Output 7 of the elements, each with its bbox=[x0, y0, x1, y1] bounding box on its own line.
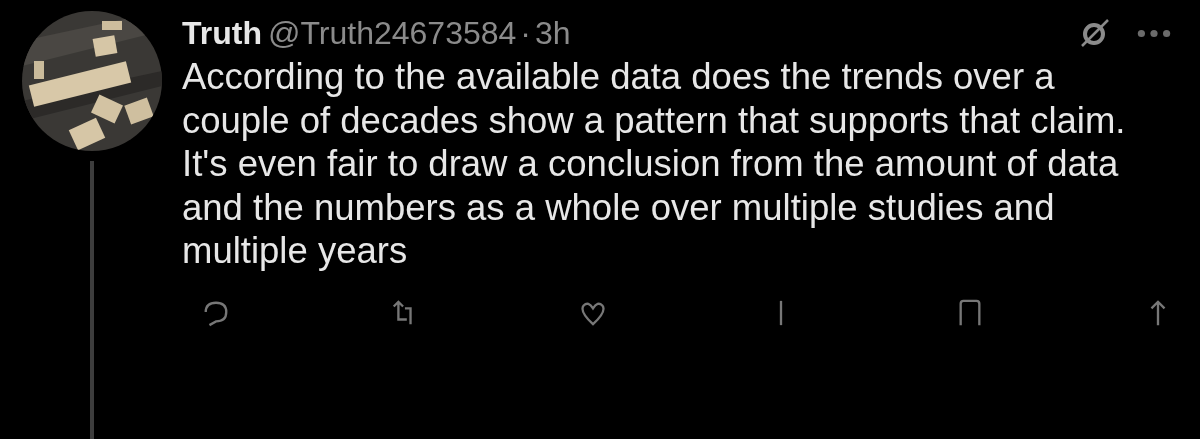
user-handle[interactable]: @Truth24673584 bbox=[268, 14, 517, 52]
display-name[interactable]: Truth bbox=[182, 14, 262, 52]
more-icon[interactable] bbox=[1136, 28, 1172, 38]
separator-dot: · bbox=[520, 14, 531, 52]
slashed-circle-icon[interactable] bbox=[1080, 18, 1110, 48]
post-text: According to the available data does the trends over a couple of decades show a pattern that supports that claim. It's even fair to draw a conclusion from the amount of data and the numbers as a whole over multiple studies and multiple years bbox=[182, 55, 1127, 273]
post-time[interactable]: 3h bbox=[535, 14, 571, 52]
